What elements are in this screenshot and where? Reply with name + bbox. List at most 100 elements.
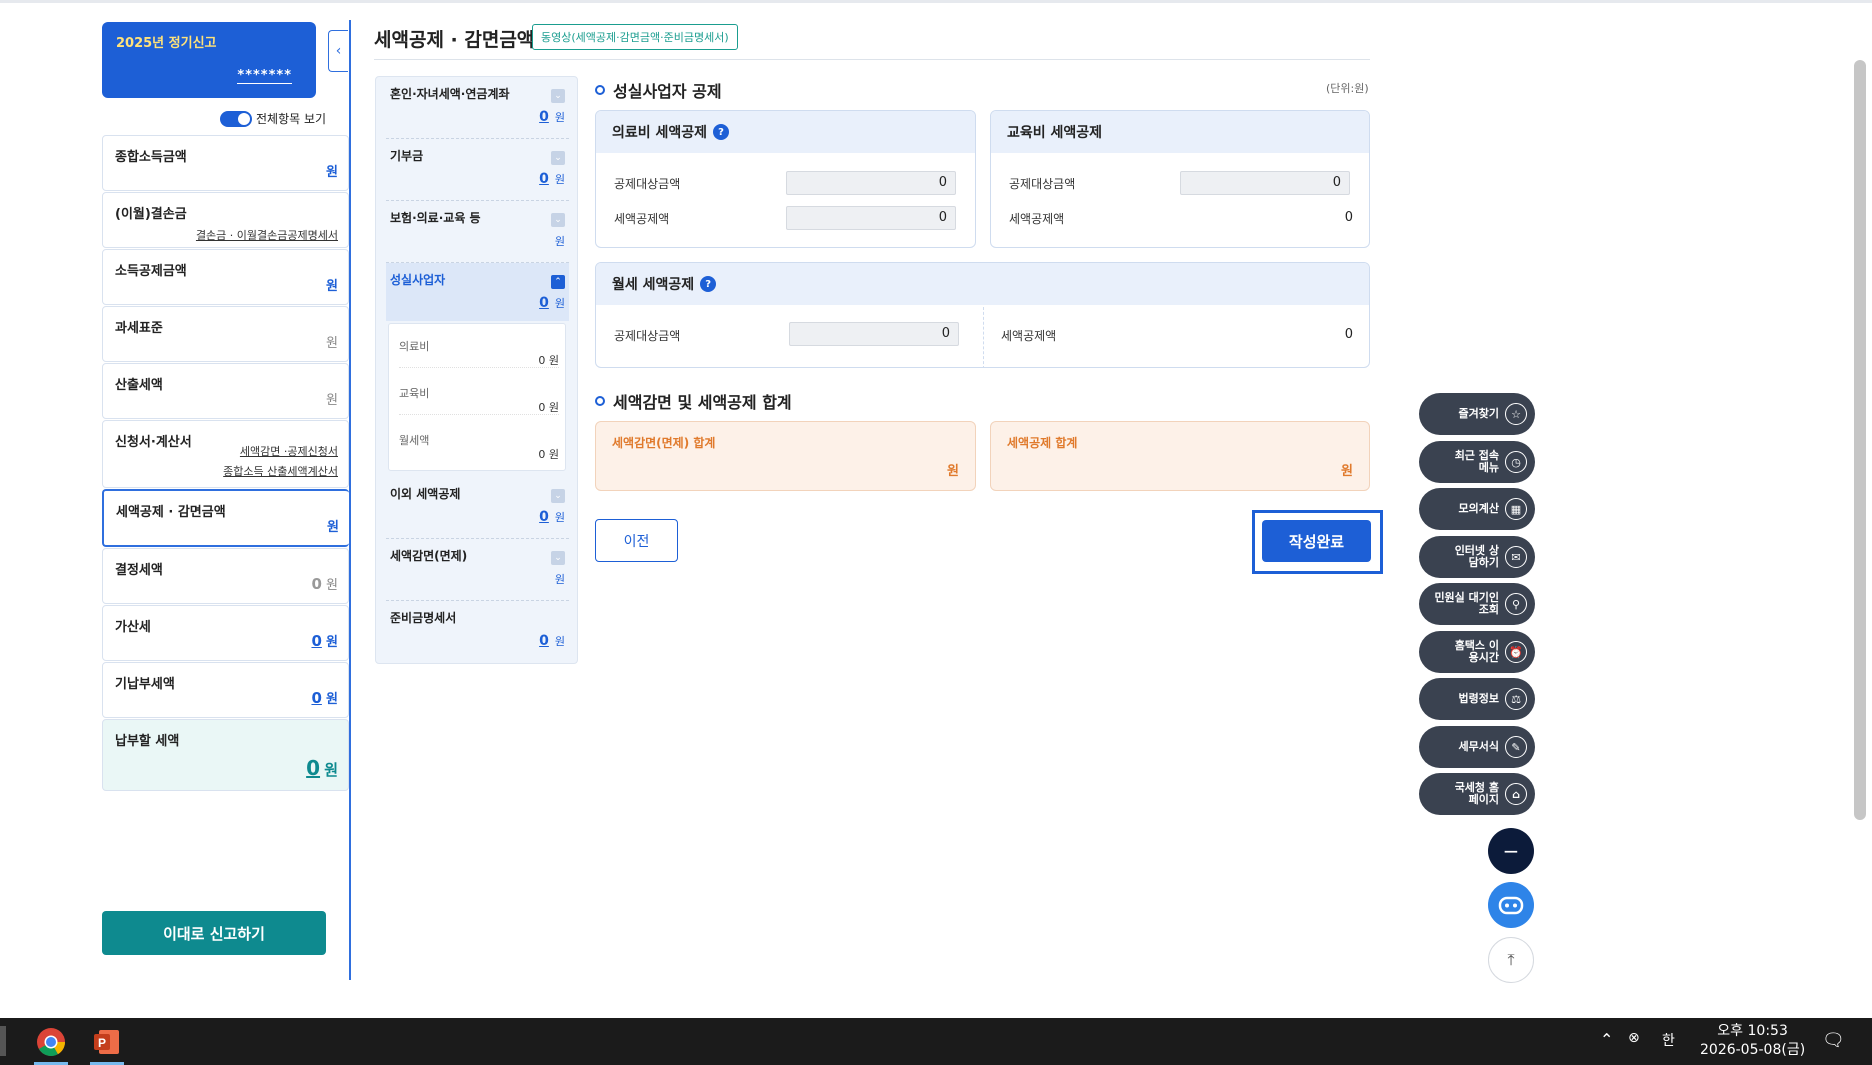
quick-nts-homepage-button[interactable]: 국세청 홈페이지 ⌂ <box>1419 773 1535 815</box>
summary-item-label: 결정세액 <box>115 563 163 578</box>
minimize-quick-menu-button[interactable]: − <box>1488 828 1534 874</box>
medical-credit-amount-input[interactable]: 0 <box>786 206 956 230</box>
page-title: 세액공제 · 감면금액 <box>374 29 535 51</box>
left-summary-panel: 2025년 정기신고 ******* 전체항목 보기 종합소득금액 원 (이월)… <box>100 20 350 980</box>
minus-icon: − <box>1502 839 1520 863</box>
windows-taskbar: P ⌃ ⊗ 한 오후 10:53 2026-05-08(금) 🗨 <box>0 1018 1872 1065</box>
medical-credit-box: 의료비 세액공제? 공제대상금액 0 세액공제액 0 <box>595 110 976 248</box>
prev-button[interactable]: 이전 <box>595 519 678 562</box>
subitem-medical[interactable]: 의료비 0 원 <box>399 328 559 368</box>
subitem-education[interactable]: 교육비 0 원 <box>399 375 559 415</box>
quick-waiting-check-button[interactable]: 민원실 대기인 조회 ⚲ <box>1419 583 1535 625</box>
person-search-icon: ⚲ <box>1505 593 1527 615</box>
category-sincere-business[interactable]: 성실사업자 ⌃ 0원 <box>386 263 569 321</box>
quick-recent-menu-button[interactable]: 최근 접속메뉴 ◷ <box>1419 441 1535 483</box>
robot-icon <box>1498 896 1524 915</box>
chevron-down-icon[interactable]: ⌄ <box>551 551 565 565</box>
arrow-up-icon: ⤒ <box>1507 950 1515 969</box>
loss-statement-link[interactable]: 결손금 · 이월결손금공제명세서 <box>196 227 338 243</box>
chevron-down-icon[interactable]: ⌄ <box>551 213 565 227</box>
chevron-down-icon[interactable]: ⌄ <box>551 89 565 103</box>
category-marriage-child-pension[interactable]: 혼인·자녀세액·연금계좌 ⌄ 0원 <box>386 77 569 139</box>
gavel-icon: ⚖ <box>1505 688 1527 710</box>
chevron-down-icon[interactable]: ⌄ <box>551 489 565 503</box>
scroll-to-top-button[interactable]: ⤒ <box>1488 937 1534 983</box>
summary-item-prepaid-tax[interactable]: 기납부세액 0 원 <box>102 662 349 718</box>
show-all-label: 전체항목 보기 <box>256 112 327 126</box>
profile-card: 2025년 정기신고 ******* <box>102 22 316 98</box>
notification-icon[interactable]: 🗨 <box>1822 1030 1845 1051</box>
quick-simulation-button[interactable]: 모의계산 ▦ <box>1419 488 1535 530</box>
summary-item-tax-credit[interactable]: 세액공제 · 감면금액 원 <box>102 489 349 547</box>
chrome-taskbar-icon[interactable] <box>34 1026 68 1058</box>
summary-item-label: 납부할 세액 <box>115 734 180 749</box>
file-report-button[interactable]: 이대로 신고하기 <box>102 911 326 955</box>
summary-item-label: 기납부세액 <box>115 677 175 692</box>
summary-item-computed-tax[interactable]: 산출세액 원 <box>102 363 349 419</box>
rent-credit-header: 월세 세액공제? <box>596 263 1369 305</box>
help-icon[interactable]: ? <box>713 124 730 140</box>
summary-item-label: (이월)결손금 <box>115 207 187 222</box>
education-target-amount-input[interactable]: 0 <box>1180 171 1350 195</box>
chatbot-button[interactable] <box>1488 882 1534 928</box>
title-divider <box>374 59 1370 60</box>
summary-item-total-income[interactable]: 종합소득금액 원 <box>102 135 349 191</box>
category-insurance-medical-education[interactable]: 보험·의료·교육 등 ⌄ 원 <box>386 201 569 263</box>
summary-item-label: 소득공제금액 <box>115 264 187 279</box>
education-credit-box: 교육비 세액공제 공제대상금액 0 세액공제액 0 <box>990 110 1370 248</box>
complete-button[interactable]: 작성완료 <box>1262 520 1371 562</box>
summary-item-value: 0 원 <box>311 632 338 650</box>
medical-target-amount-input[interactable]: 0 <box>786 171 956 195</box>
chevron-down-icon[interactable]: ⌄ <box>551 151 565 165</box>
quick-law-info-button[interactable]: 법령정보 ⚖ <box>1419 678 1535 720</box>
category-tax-reduction[interactable]: 세액감면(면제) ⌄ 원 <box>386 539 569 601</box>
summary-item-loss[interactable]: (이월)결손금 결손금 · 이월결손금공제명세서 <box>102 192 349 248</box>
summary-item-penalty-tax[interactable]: 가산세 0 원 <box>102 605 349 661</box>
start-edge[interactable] <box>0 1026 6 1056</box>
ime-indicator[interactable]: 한 <box>1662 1030 1675 1050</box>
subitem-rent[interactable]: 월세액 0 원 <box>399 422 559 462</box>
education-credit-amount: 0 <box>1344 210 1353 225</box>
show-all-toggle-row[interactable]: 전체항목 보기 <box>220 110 326 127</box>
panel-divider <box>349 20 351 980</box>
summary-item-tax-base[interactable]: 과세표준 원 <box>102 306 349 362</box>
page-scrollbar[interactable] <box>1854 60 1866 820</box>
chat-icon: ✉ <box>1505 546 1527 568</box>
clock-date: 2026-05-08(금) <box>1700 1042 1806 1058</box>
summary-item-forms[interactable]: 신청서·계산서 세액감면 ·공제신청서 종합소득 산출세액계산서 <box>102 420 349 488</box>
clock-icon: ◷ <box>1505 451 1527 473</box>
tray-chevron-up-icon[interactable]: ⌃ <box>1600 1030 1613 1049</box>
taskbar-clock[interactable]: 오후 10:53 2026-05-08(금) <box>1700 1022 1805 1060</box>
summary-item-value: 원 <box>326 336 338 351</box>
reduction-total-box: 세액감면(면제) 합계 원 <box>595 421 976 491</box>
rent-target-amount-input[interactable]: 0 <box>789 322 959 346</box>
category-donation[interactable]: 기부금 ⌄ 0원 <box>386 139 569 201</box>
tray-status-x-icon[interactable]: ⊗ <box>1628 1030 1640 1046</box>
credit-total-box: 세액공제 합계 원 <box>990 421 1370 491</box>
reduction-application-link[interactable]: 세액감면 ·공제신청서 <box>240 443 338 459</box>
quick-tax-forms-button[interactable]: 세무서식 ✎ <box>1419 726 1535 768</box>
quick-service-hours-button[interactable]: 홈택스 이용시간 ⏰ <box>1419 631 1535 673</box>
bullet-icon <box>595 85 605 95</box>
summary-item-determined-tax[interactable]: 결정세액 0 원 <box>102 548 349 604</box>
computed-tax-statement-link[interactable]: 종합소득 산출세액계산서 <box>223 463 338 479</box>
powerpoint-taskbar-icon[interactable]: P <box>90 1026 124 1058</box>
summary-item-label: 산출세액 <box>115 378 163 393</box>
hometax-screen: 2025년 정기신고 ******* 전체항목 보기 종합소득금액 원 (이월)… <box>0 0 1872 1065</box>
show-all-toggle[interactable] <box>220 110 252 127</box>
education-credit-header: 교육비 세액공제 <box>991 111 1369 153</box>
category-other-credit[interactable]: 이외 세액공제 ⌄ 0원 <box>386 477 569 539</box>
video-guide-link[interactable]: 동영상(세액공제·감면금액·준비금명세서) <box>532 24 738 50</box>
star-icon: ☆ <box>1505 403 1527 425</box>
chevron-up-icon[interactable]: ⌃ <box>551 275 565 289</box>
collapse-panel-button[interactable]: ‹ <box>328 30 348 72</box>
summary-item-income-deduction[interactable]: 소득공제금액 원 <box>102 249 349 305</box>
summary-item-value: 원 <box>326 393 338 408</box>
summary-item-payable-tax[interactable]: 납부할 세액 0 원 <box>102 719 349 791</box>
top-divider <box>0 0 1872 3</box>
category-reserve-statement[interactable]: 준비금명세서 0원 <box>386 601 569 663</box>
quick-online-consult-button[interactable]: 인터넷 상담하기 ✉ <box>1419 536 1535 578</box>
quick-favorites-button[interactable]: 즐겨찾기 ☆ <box>1419 393 1535 435</box>
help-icon[interactable]: ? <box>700 276 717 292</box>
rent-box-divider <box>983 307 984 367</box>
